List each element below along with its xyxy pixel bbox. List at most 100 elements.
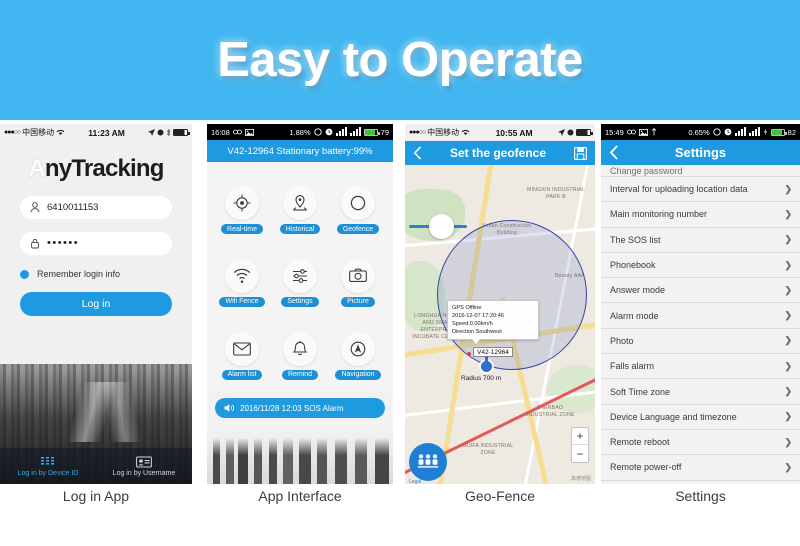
settings-row-soft-time-zone[interactable]: Soft Time zone ❯ [601, 379, 800, 405]
people-icon [417, 454, 439, 468]
settings-row-sos-list[interactable]: The SOS list ❯ [601, 227, 800, 253]
chevron-right-icon: ❯ [784, 183, 792, 194]
settings-row-photo[interactable]: Photo ❯ [601, 328, 800, 355]
chevron-right-icon: ❯ [784, 284, 792, 295]
settings-row-main-monitoring-number[interactable]: Main monitoring number ❯ [601, 202, 800, 228]
password-field[interactable]: •••••• [20, 232, 172, 255]
grid-item-wifi-fence[interactable]: Wifi Fence [213, 247, 271, 320]
feature-grid: Real-time Historical Geofence Wifi Fence… [207, 162, 393, 392]
map-brand-label: 高德地图 [570, 476, 591, 482]
username-field[interactable]: 6410011153 [20, 196, 172, 219]
status-left: ●●●○○ 中国移动 [4, 127, 65, 138]
settings-row-phonebook[interactable]: Phonebook ❯ [601, 252, 800, 279]
settings-row-partial[interactable]: Change password [601, 165, 800, 177]
grid-item-geofence[interactable]: Geofence [329, 174, 387, 247]
status-right [558, 129, 593, 136]
chevron-left-icon[interactable] [413, 146, 422, 160]
grid-label: Picture [341, 296, 375, 307]
settings-row-label: Change password [610, 166, 683, 176]
save-icon[interactable] [574, 146, 587, 160]
chevron-right-icon: ❯ [784, 310, 792, 321]
battery-percent: 82 [787, 127, 796, 137]
settings-row-label: Interval for uploading location data [610, 184, 748, 195]
settings-row-label: Falls alarm [610, 361, 655, 372]
radius-slider-knob[interactable] [429, 214, 454, 239]
carrier-label: 中国移动 [22, 128, 55, 137]
status-time: 11:23 AM [88, 127, 125, 138]
grid-item-settings[interactable]: Settings [271, 247, 329, 320]
device-info-callout: GPS Offline 2016-12-07 17:20:46 Speed:0.… [447, 300, 539, 345]
grid-item-remind[interactable]: Remind [271, 319, 329, 392]
callout-direction: Direction Southwest [452, 329, 502, 336]
settings-row-remote-power-off[interactable]: Remote power-off ❯ [601, 455, 800, 481]
grid-item-picture[interactable]: Picture [329, 247, 387, 320]
hero-banner: Easy to Operate [0, 0, 800, 120]
tab-login-by-username[interactable]: Log in by Username [96, 448, 192, 484]
tab-login-by-device-id[interactable]: Log in by Device ID [0, 448, 96, 484]
grid-label: Historical [279, 224, 321, 235]
charging-icon [763, 128, 767, 136]
infinity-icon [232, 129, 242, 135]
settings-row-falls-alarm[interactable]: Falls alarm ❯ [601, 354, 800, 380]
signal-bars-2-icon [349, 127, 361, 136]
settings-list[interactable]: Change password Interval for uploading l… [601, 165, 800, 484]
chevron-right-icon: ❯ [784, 259, 792, 270]
geofence-title: Set the geofence [449, 146, 547, 160]
map-zoom-controls: + − [571, 427, 589, 463]
image-icon [638, 128, 648, 136]
location-arrow-icon [148, 129, 155, 136]
grid-item-navigation[interactable]: Navigation [329, 319, 387, 392]
settings-row-upload-interval[interactable]: Interval for uploading location data ❯ [601, 177, 800, 203]
chevron-right-icon: ❯ [784, 386, 792, 397]
zoom-out-button[interactable]: − [572, 445, 588, 462]
usb-icon [651, 128, 657, 136]
settings-row-label: Answer mode [610, 285, 666, 296]
caption-app-interface: App Interface [258, 488, 342, 504]
login-button[interactable]: Log in [20, 292, 172, 316]
app-logo-text: nyTracking [44, 155, 165, 182]
map-label: MINGXIN INDUSTRIAL PARK B [526, 187, 586, 201]
status-bar-android: 16:08 1.88% 79 [207, 124, 393, 140]
settings-row-alarm-mode[interactable]: Alarm mode ❯ [601, 303, 800, 329]
settings-row-remote-reboot[interactable]: Remote reboot ❯ [601, 429, 800, 456]
signal-dots-icon: ●●●○○ [409, 129, 426, 136]
device-status-header: V42-12964 Stationary battery:99% [207, 140, 393, 162]
status-bar-android: 15:49 0.65% 82 [601, 124, 800, 140]
signal-bars-icon [734, 127, 746, 136]
settings-row-label: Device Language and timezone [610, 411, 737, 422]
panel-captions: Log in App App Interface Geo-Fence Setti… [0, 488, 800, 528]
page-root: Easy to Operate ●●●○○ 中国移动 11:23 AM AnyT… [0, 0, 800, 546]
tab-device-label: Log in by Device ID [17, 469, 79, 477]
status-time: 16:08 [211, 127, 230, 137]
panel-login-app: ●●●○○ 中国移动 11:23 AM AnyTracking 64100111… [0, 124, 192, 484]
geofence-header: Set the geofence [405, 141, 595, 165]
settings-row-label: Main monitoring number [610, 209, 708, 220]
password-value: •••••• [47, 237, 80, 249]
infinity-icon [626, 129, 636, 135]
alarm-icon [567, 129, 574, 136]
clock-icon [325, 128, 333, 136]
settings-row-label: The SOS list [610, 234, 661, 245]
settings-row-answer-mode[interactable]: Answer mode ❯ [601, 278, 800, 304]
map-people-button[interactable] [409, 443, 447, 481]
geofence-map[interactable]: MINGXIN INDUSTRIAL PARK B LONGHUA NORTH … [405, 165, 595, 484]
chevron-left-icon[interactable] [609, 145, 619, 160]
phone-screenshots-strip: ●●●○○ 中国移动 11:23 AM AnyTracking 64100111… [0, 120, 800, 488]
settings-row-label: Soft Time zone [610, 386, 671, 397]
grid-item-alarm-list[interactable]: Alarm list [213, 319, 271, 392]
grid-label: Geofence [336, 224, 380, 235]
bell-icon [283, 331, 317, 366]
speaker-icon [224, 404, 235, 412]
remember-login-row[interactable]: Remember login info [20, 269, 172, 279]
grid-label: Wifi Fence [219, 296, 265, 307]
chevron-right-icon: ❯ [784, 208, 792, 219]
grid-label: Alarm list [221, 369, 263, 380]
settings-row-device-language-timezone[interactable]: Device Language and timezone ❯ [601, 404, 800, 430]
sos-alarm-banner[interactable]: 2016/11/28 12:03 SOS Alarm [215, 398, 385, 418]
caption-login-app: Log in App [62, 488, 130, 504]
zoom-in-button[interactable]: + [572, 428, 588, 445]
grid-item-historical[interactable]: Historical [271, 174, 329, 247]
remember-radio-icon[interactable] [20, 269, 29, 279]
status-bar-ios: ●●●○○ 中国移动 10:55 AM [405, 124, 595, 141]
grid-item-real-time[interactable]: Real-time [213, 174, 271, 247]
